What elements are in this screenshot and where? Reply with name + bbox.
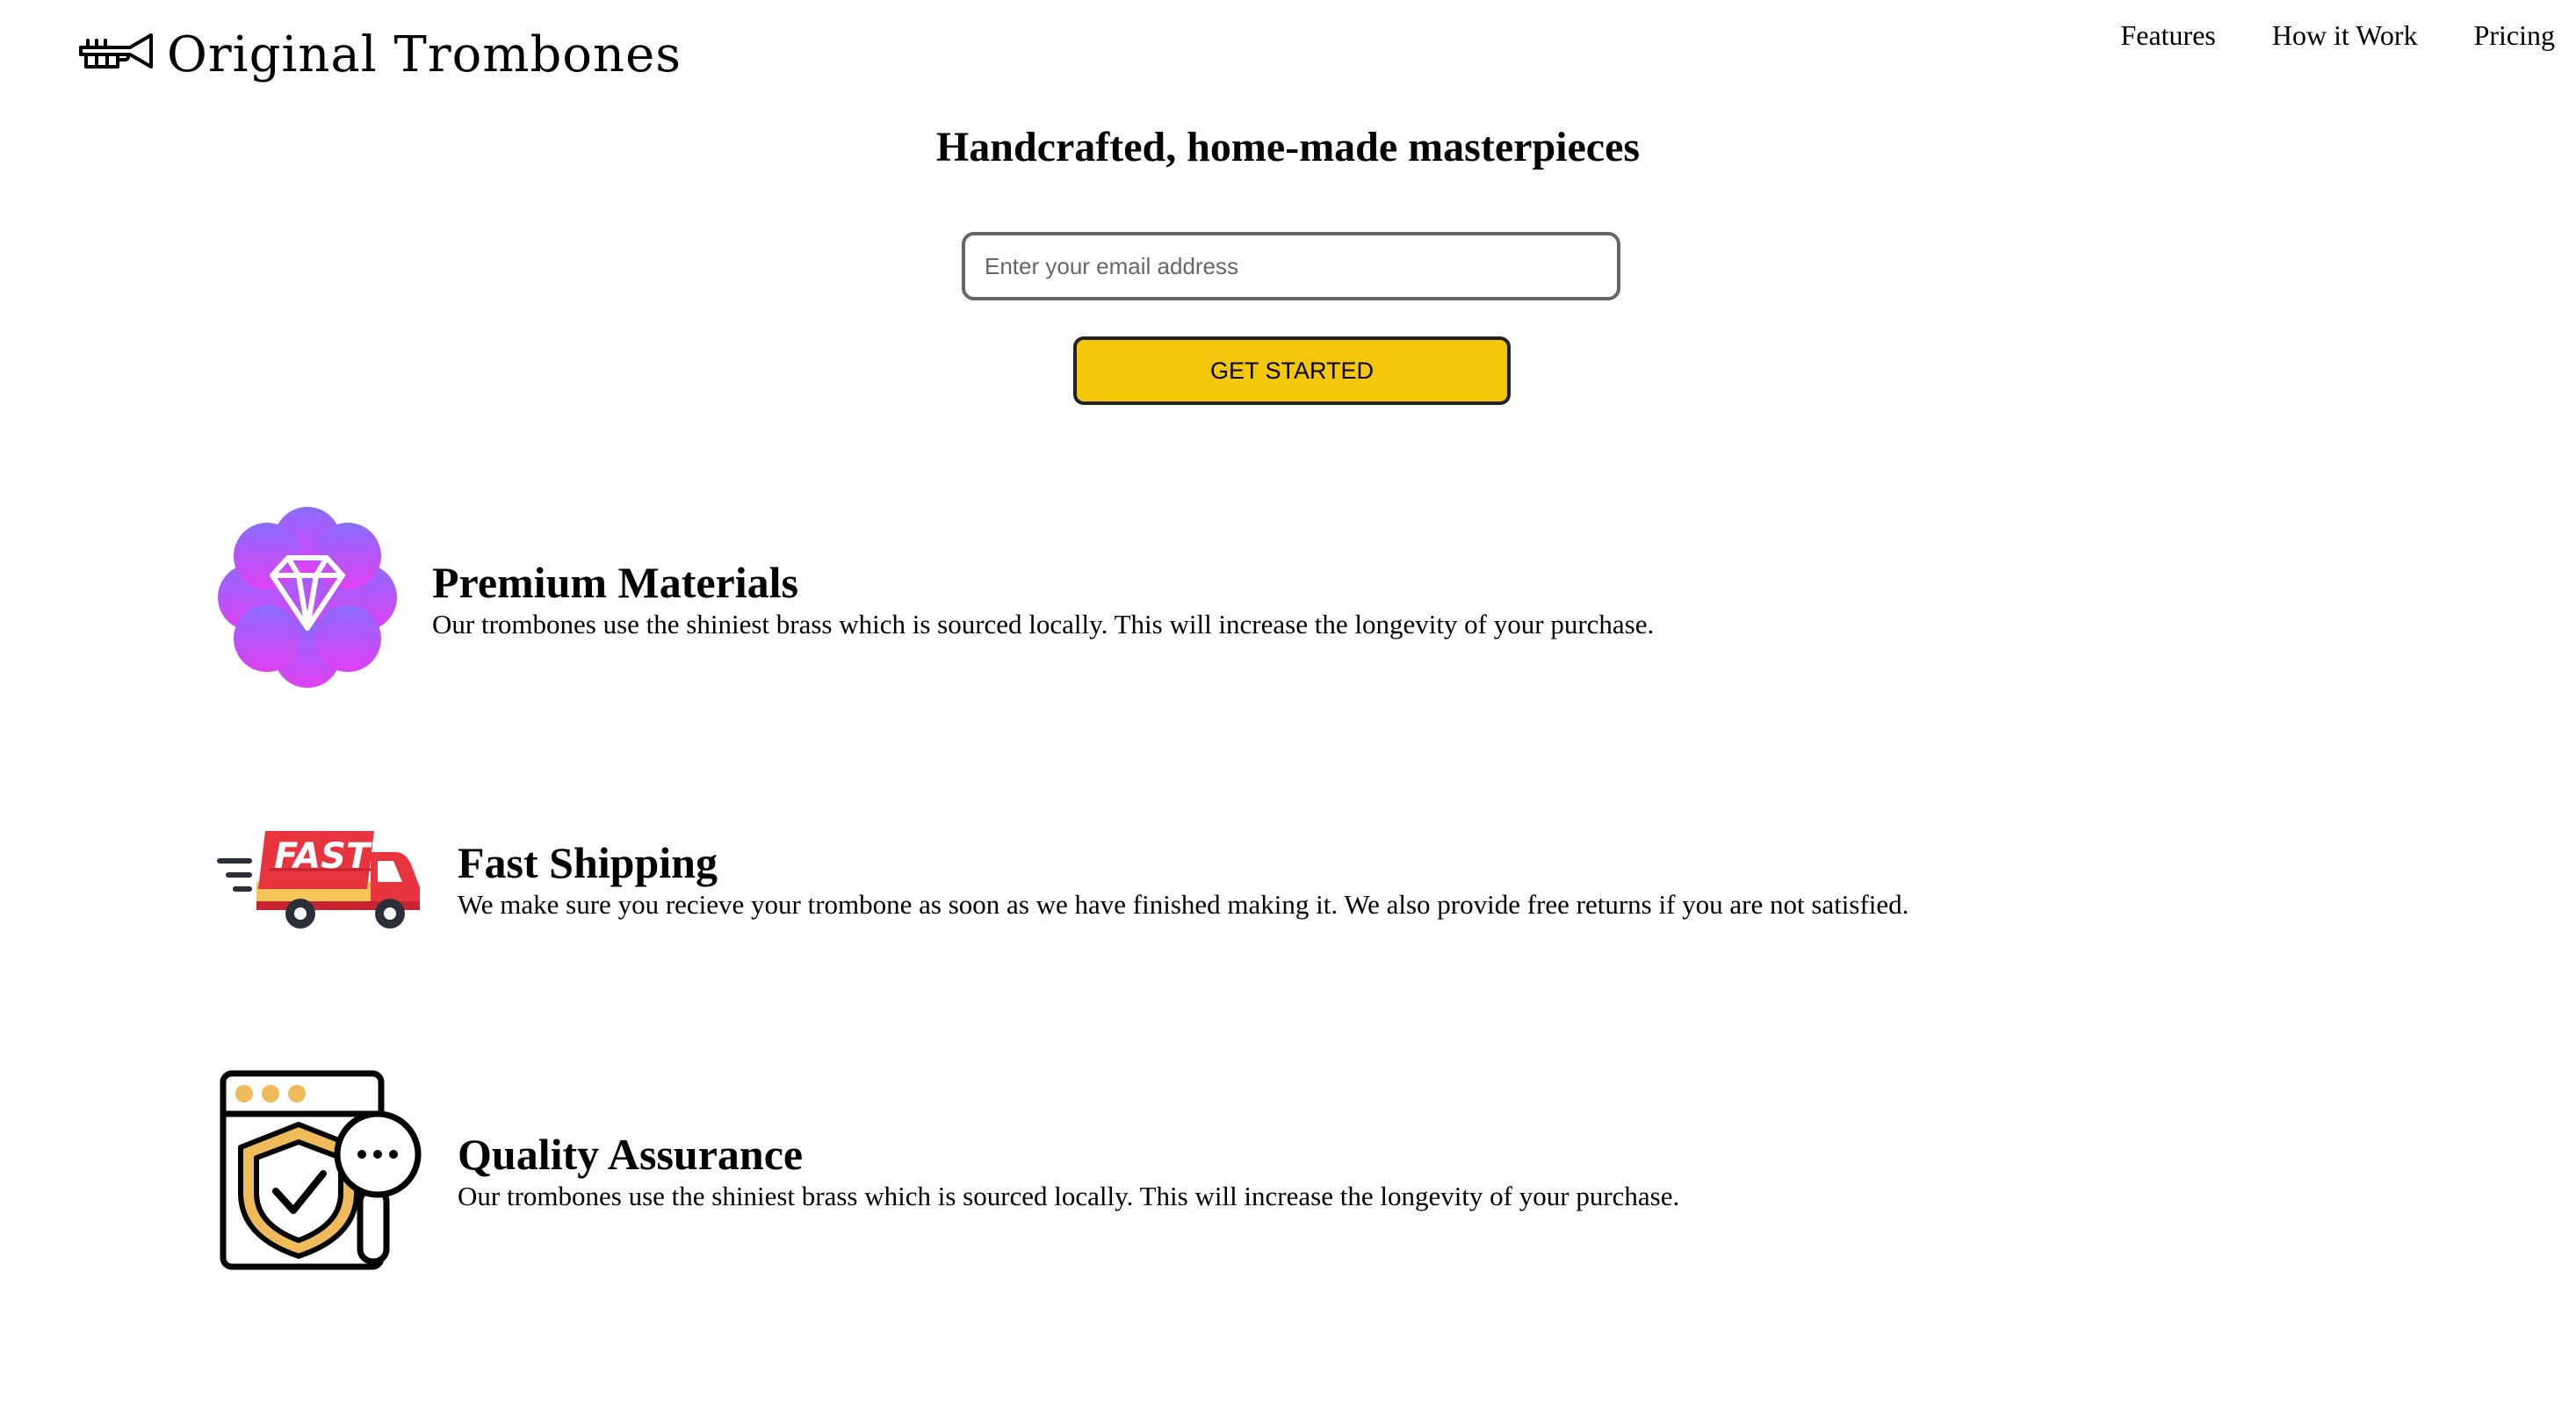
trombone-icon [77, 28, 155, 82]
brand-name: Original Trombones [167, 26, 682, 83]
feature-text: Fast Shipping We make sure you recieve y… [458, 840, 1909, 921]
nav-pricing-link[interactable]: Pricing [2474, 19, 2555, 52]
svg-text:FAST: FAST [274, 836, 372, 877]
feature-title: Fast Shipping [458, 838, 718, 887]
logo[interactable]: Original Trombones [77, 26, 682, 83]
site-header: Original Trombones Features How it Work … [0, 0, 2576, 105]
feature-description: We make sure you recieve your trombone a… [458, 889, 1909, 920]
hero-title: Handcrafted, home-made masterpieces [935, 124, 1641, 170]
feature-text: Quality Assurance Our trombones use the … [458, 1131, 1679, 1212]
nav-features-link[interactable]: Features [2120, 19, 2215, 52]
feature-description: Our trombones use the shiniest brass whi… [432, 609, 1655, 640]
quality-shield-icon [220, 1070, 423, 1276]
feature-text: Premium Materials Our trombones use the … [432, 560, 1654, 640]
nav-how-it-work-link[interactable]: How it Work [2272, 19, 2418, 52]
diamond-badge-icon [218, 505, 397, 694]
fast-truck-icon: FAST [216, 826, 423, 934]
get-started-button[interactable]: GET STARTED [1073, 336, 1511, 405]
feature-title: Premium Materials [432, 558, 798, 607]
feature-title: Quality Assurance [458, 1130, 804, 1179]
email-input[interactable] [962, 232, 1620, 300]
feature-description: Our trombones use the shiniest brass whi… [458, 1181, 1680, 1211]
main-nav: Features How it Work Pricing [2120, 19, 2555, 52]
